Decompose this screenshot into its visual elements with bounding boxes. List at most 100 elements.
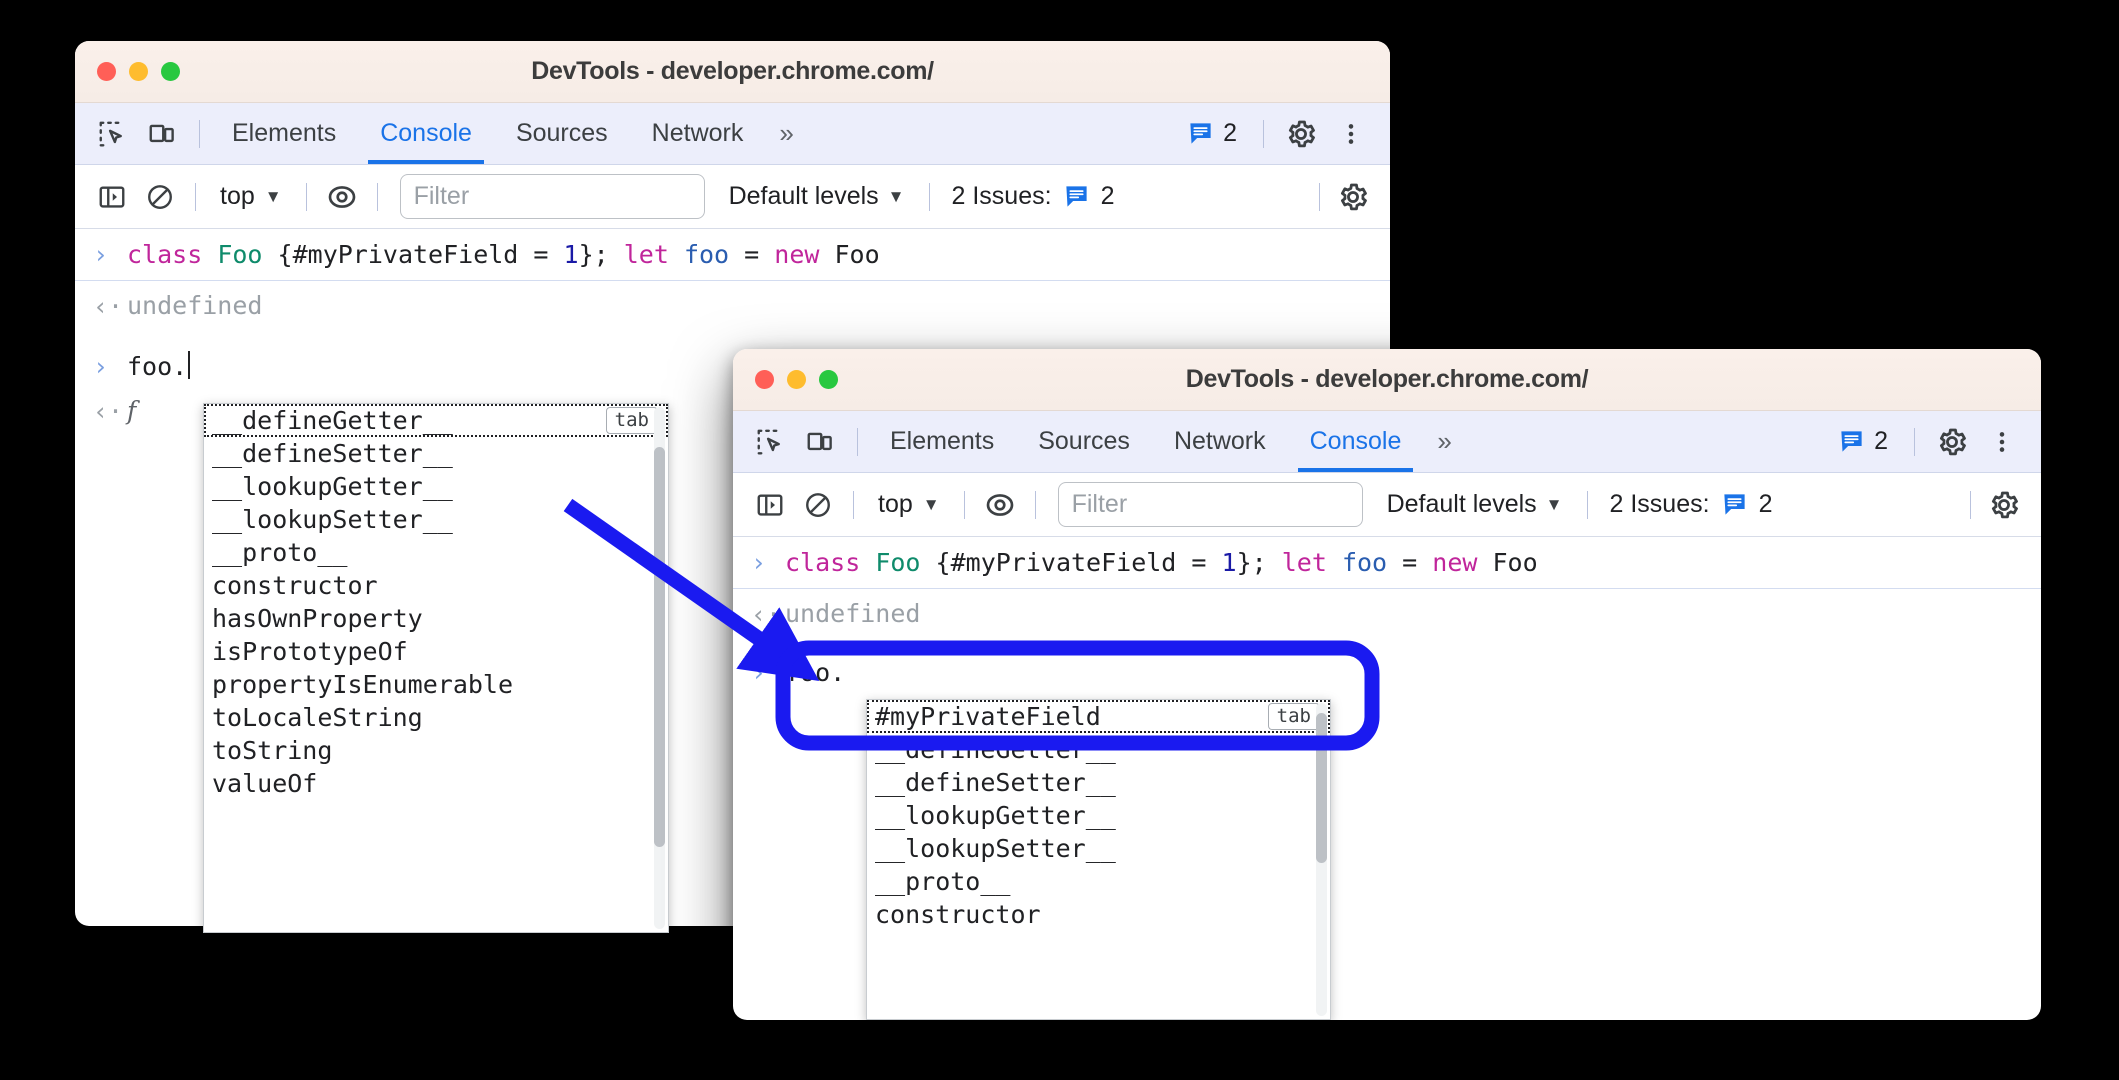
autocomplete-item[interactable]: __lookupSetter__: [204, 503, 668, 536]
autocomplete-item[interactable]: toLocaleString: [204, 701, 668, 734]
autocomplete-item[interactable]: #myPrivateField tab: [867, 700, 1330, 733]
settings-gear-icon[interactable]: [1278, 111, 1324, 157]
issues-speech-bubble-icon: [1190, 123, 1211, 144]
device-toolbar-icon-2[interactable]: [797, 419, 843, 465]
autocomplete-item[interactable]: hasOwnProperty: [204, 602, 668, 635]
autocomplete-item[interactable]: isPrototypeOf: [204, 635, 668, 668]
issues-count-2: 2: [1874, 427, 1888, 455]
issues-count: 2: [1223, 119, 1237, 147]
log-levels-selector[interactable]: Default levels ▼: [717, 182, 917, 211]
autocomplete-item-label: __defineGetter__: [875, 735, 1116, 764]
tab-sources-2[interactable]: Sources: [1016, 411, 1152, 472]
issues-badge-2[interactable]: 2: [1826, 427, 1900, 456]
console-settings-gear-icon-2[interactable]: [1981, 482, 2027, 528]
console-settings-gear-icon[interactable]: [1330, 174, 1376, 220]
autocomplete-list-2[interactable]: #myPrivateField tab __defineGetter__ __defi…: [867, 700, 1330, 931]
chevron-down-icon-2: ▼: [887, 186, 905, 206]
autocomplete-list[interactable]: __defineGetter__ tab __defineSetter__ __loo…: [204, 404, 668, 800]
autocomplete-item[interactable]: __proto__: [204, 536, 668, 569]
console-command-line[interactable]: › class Foo {#myPrivateField = 1}; let f…: [75, 229, 1390, 282]
filter-input-2[interactable]: Filter: [1057, 482, 1363, 527]
issues-speech-bubble-icon-4: [1723, 494, 1745, 515]
autocomplete-item[interactable]: __defineSetter__: [867, 766, 1330, 799]
scrollbar-thumb-2[interactable]: [1316, 713, 1327, 863]
autocomplete-scrollbar[interactable]: [654, 407, 665, 929]
console-filter-toolbar-2[interactable]: top ▼ Filter Default levels ▼ 2 Issues:: [733, 473, 2041, 537]
console-filter-toolbar[interactable]: top ▼ Filter Default levels ▼ 2 Issues:: [75, 165, 1390, 229]
console-prompt-input-2[interactable]: foo.: [785, 657, 845, 688]
devtools-tabbar[interactable]: Elements Console Sources Network » 2: [75, 103, 1390, 165]
log-levels-selector-2[interactable]: Default levels ▼: [1375, 490, 1575, 519]
tab-console-2[interactable]: Console: [1288, 411, 1424, 472]
tab-elements[interactable]: Elements: [210, 103, 358, 164]
devtools-tabbar-2[interactable]: Elements Sources Network Console » 2: [733, 411, 2041, 473]
clear-console-icon[interactable]: [137, 174, 183, 220]
autocomplete-popup-front[interactable]: #myPrivateField tab __defineGetter__ __defi…: [866, 699, 1331, 1020]
autocomplete-item[interactable]: constructor: [204, 569, 668, 602]
console-command-line-2[interactable]: › class Foo {#myPrivateField = 1}; let f…: [733, 537, 2041, 590]
issues-badge[interactable]: 2: [1175, 119, 1249, 148]
execution-context-selector[interactable]: top ▼: [208, 182, 294, 211]
settings-gear-icon-2[interactable]: [1929, 419, 1975, 465]
autocomplete-item[interactable]: toString: [204, 734, 668, 767]
inspect-element-icon-2[interactable]: [747, 419, 793, 465]
panel-tabs[interactable]: Elements Console Sources Network »: [210, 103, 808, 164]
traffic-lights-2[interactable]: [733, 370, 838, 389]
minimize-window-button[interactable]: [129, 62, 148, 81]
filter-input[interactable]: Filter: [399, 174, 705, 219]
window-titlebar[interactable]: DevTools - developer.chrome.com/: [75, 41, 1390, 103]
code-token: {#myPrivateField =: [920, 548, 1222, 577]
autocomplete-item[interactable]: __defineGetter__: [867, 733, 1330, 766]
tab-elements-2[interactable]: Elements: [868, 411, 1016, 472]
autocomplete-item[interactable]: __lookupGetter__: [867, 799, 1330, 832]
console-sidebar-icon[interactable]: [89, 174, 135, 220]
panel-tabs-2[interactable]: Elements Sources Network Console »: [868, 411, 1466, 472]
live-expression-icon-2[interactable]: [977, 482, 1023, 528]
console-sidebar-icon-2[interactable]: [747, 482, 793, 528]
autocomplete-scrollbar-2[interactable]: [1316, 703, 1327, 1016]
zoom-window-button[interactable]: [161, 62, 180, 81]
code-token: Foo: [875, 548, 921, 577]
device-toolbar-icon[interactable]: [139, 111, 185, 157]
more-tabs-chevron-icon-2[interactable]: »: [1423, 426, 1465, 457]
issues-summary-2[interactable]: 2 Issues: 2: [1600, 490, 1783, 519]
tab-network[interactable]: Network: [630, 103, 766, 164]
console-prompt-input[interactable]: foo.: [127, 351, 187, 382]
window-titlebar-2[interactable]: DevTools - developer.chrome.com/: [733, 349, 2041, 411]
input-arrow-icon-3: ›: [751, 548, 767, 577]
tab-network-2[interactable]: Network: [1152, 411, 1288, 472]
console-prompt-line-2[interactable]: › foo.: [733, 641, 2041, 698]
execution-context-selector-2[interactable]: top ▼: [866, 490, 952, 519]
more-options-icon[interactable]: [1328, 111, 1374, 157]
autocomplete-item[interactable]: __defineSetter__: [204, 437, 668, 470]
issues-summary-label-2: 2 Issues:: [1609, 490, 1710, 518]
tab-sources[interactable]: Sources: [494, 103, 630, 164]
traffic-lights[interactable]: [75, 62, 180, 81]
scrollbar-thumb[interactable]: [654, 447, 665, 847]
issues-summary[interactable]: 2 Issues: 2: [942, 182, 1125, 211]
more-options-icon-2[interactable]: [1979, 419, 2025, 465]
prompt-arrow-icon: ›: [93, 351, 109, 381]
more-tabs-chevron-icon[interactable]: »: [765, 118, 807, 149]
filterbar-divider-2: [305, 182, 307, 211]
live-expression-icon[interactable]: [319, 174, 365, 220]
minimize-window-button-2[interactable]: [787, 370, 806, 389]
zoom-window-button-2[interactable]: [819, 370, 838, 389]
autocomplete-item[interactable]: constructor: [867, 898, 1330, 931]
log-levels-label-2: Default levels: [1386, 490, 1537, 518]
clear-console-icon-2[interactable]: [795, 482, 841, 528]
autocomplete-item[interactable]: __lookupGetter__: [204, 470, 668, 503]
inspect-element-icon[interactable]: [89, 111, 135, 157]
code-token: 1: [563, 240, 579, 269]
tab-console[interactable]: Console: [358, 103, 494, 164]
autocomplete-item[interactable]: __defineGetter__ tab: [204, 404, 668, 437]
close-window-button[interactable]: [97, 62, 116, 81]
autocomplete-item[interactable]: __proto__: [867, 865, 1330, 898]
autocomplete-item-label: valueOf: [212, 769, 318, 798]
autocomplete-item[interactable]: __lookupSetter__: [867, 832, 1330, 865]
autocomplete-popup-back[interactable]: __defineGetter__ tab __defineSetter__ __loo…: [203, 403, 669, 933]
execution-context-label-2: top: [878, 490, 913, 518]
close-window-button-2[interactable]: [755, 370, 774, 389]
autocomplete-item[interactable]: propertyIsEnumerable: [204, 668, 668, 701]
autocomplete-item[interactable]: valueOf: [204, 767, 668, 800]
